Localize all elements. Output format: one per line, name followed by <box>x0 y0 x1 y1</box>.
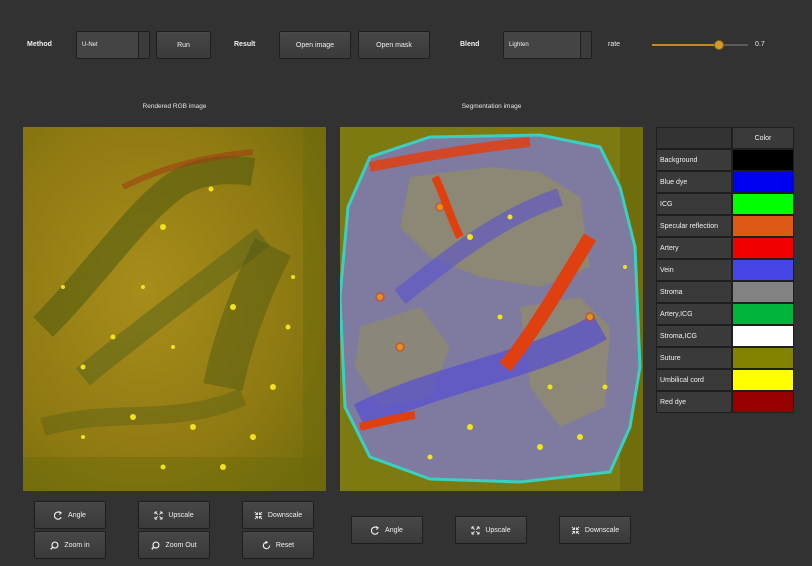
legend-color-swatch <box>732 347 794 369</box>
legend-color-swatch <box>732 149 794 171</box>
legend-header-color: Color <box>732 127 794 149</box>
method-select[interactable]: U-Net <box>76 31 150 59</box>
rotate-icon <box>371 525 380 535</box>
reset-icon <box>262 540 271 549</box>
run-button[interactable]: Run <box>156 31 211 59</box>
blend-dropdown-arrow[interactable] <box>580 32 591 58</box>
blend-select-value: Lighten <box>509 42 529 48</box>
legend-row: Specular reflection <box>656 215 794 237</box>
legend-color-swatch <box>732 303 794 325</box>
class-color-legend: Color Background Blue dye ICG Specular refl… <box>656 127 794 413</box>
left-upscale-label: Upscale <box>168 511 194 519</box>
legend-row: Stroma,ICG <box>656 325 794 347</box>
shrink-icon <box>254 511 263 519</box>
method-dropdown-arrow[interactable] <box>138 32 149 58</box>
segmentation-image-caption: Segmentation image <box>461 103 522 110</box>
method-select-value: U-Net <box>82 42 98 48</box>
legend-row: Stroma <box>656 281 794 303</box>
right-upscale-button[interactable]: Upscale <box>455 516 527 544</box>
rotate-icon <box>54 510 63 520</box>
right-downscale-label: Downscale <box>584 526 620 534</box>
legend-header: Color <box>656 127 794 149</box>
legend-color-swatch <box>732 281 794 303</box>
open-image-button[interactable]: Open image <box>279 31 351 59</box>
expand-icon <box>471 525 480 535</box>
legend-header-name <box>656 127 732 149</box>
left-angle-button[interactable]: Angle <box>34 501 106 529</box>
legend-color-swatch <box>732 215 794 237</box>
legend-class-name: Stroma,ICG <box>656 325 732 347</box>
legend-row: Artery <box>656 237 794 259</box>
right-upscale-label: Upscale <box>485 526 511 534</box>
reset-button[interactable]: Reset <box>242 531 314 559</box>
open-mask-button[interactable]: Open mask <box>358 31 430 59</box>
legend-class-name: Blue dye <box>656 171 732 193</box>
expand-icon <box>154 510 163 520</box>
rgb-image-view[interactable] <box>23 127 326 491</box>
legend-class-name: Background <box>656 149 732 171</box>
legend-class-name: Artery <box>656 237 732 259</box>
zoom-in-button[interactable]: Zoom in <box>34 531 106 559</box>
rate-label: rate <box>608 41 621 48</box>
left-downscale-button[interactable]: Downscale <box>242 501 314 529</box>
legend-row: Umbilical cord <box>656 369 794 391</box>
legend-row: Suture <box>656 347 794 369</box>
right-downscale-button[interactable]: Downscale <box>559 516 631 544</box>
method-label: Method <box>27 41 52 48</box>
left-upscale-button[interactable]: Upscale <box>138 501 210 529</box>
rate-slider-handle[interactable] <box>714 40 725 50</box>
legend-color-swatch <box>732 171 794 193</box>
legend-class-name: ICG <box>656 193 732 215</box>
legend-row: Vein <box>656 259 794 281</box>
zoom-out-icon <box>151 540 160 550</box>
legend-row: ICG <box>656 193 794 215</box>
legend-class-name: Stroma <box>656 281 732 303</box>
legend-class-name: Vein <box>656 259 732 281</box>
legend-row: Background <box>656 149 794 171</box>
zoom-out-button[interactable]: Zoom Out <box>138 531 210 559</box>
zoom-out-label: Zoom Out <box>165 541 197 549</box>
legend-color-swatch <box>732 193 794 215</box>
left-downscale-label: Downscale <box>267 511 303 519</box>
right-angle-label: Angle <box>385 526 403 534</box>
legend-class-name: Artery,ICG <box>656 303 732 325</box>
legend-color-swatch <box>732 259 794 281</box>
legend-class-name: Suture <box>656 347 732 369</box>
result-label: Result <box>234 41 256 48</box>
legend-row: Artery,ICG <box>656 303 794 325</box>
legend-row: Blue dye <box>656 171 794 193</box>
zoom-in-icon <box>50 540 59 550</box>
shrink-icon <box>571 526 580 534</box>
left-angle-label: Angle <box>68 511 86 519</box>
right-angle-button[interactable]: Angle <box>351 516 423 544</box>
legend-class-name: Specular reflection <box>656 215 732 237</box>
segmentation-image-view[interactable] <box>340 127 643 491</box>
legend-color-swatch <box>732 369 794 391</box>
legend-class-name: Red dye <box>656 391 732 413</box>
blend-label: Blend <box>460 41 480 48</box>
reset-label: Reset <box>275 541 295 549</box>
rate-slider[interactable] <box>652 44 748 46</box>
rate-value: 0.7 <box>755 41 765 48</box>
legend-color-swatch <box>732 237 794 259</box>
legend-color-swatch <box>732 325 794 347</box>
legend-class-name: Umbilical cord <box>656 369 732 391</box>
rgb-image-caption: Rendered RGB image <box>142 103 207 110</box>
zoom-in-label: Zoom in <box>64 541 90 549</box>
legend-row: Red dye <box>656 391 794 413</box>
blend-select[interactable]: Lighten <box>503 31 592 59</box>
legend-color-swatch <box>732 391 794 413</box>
